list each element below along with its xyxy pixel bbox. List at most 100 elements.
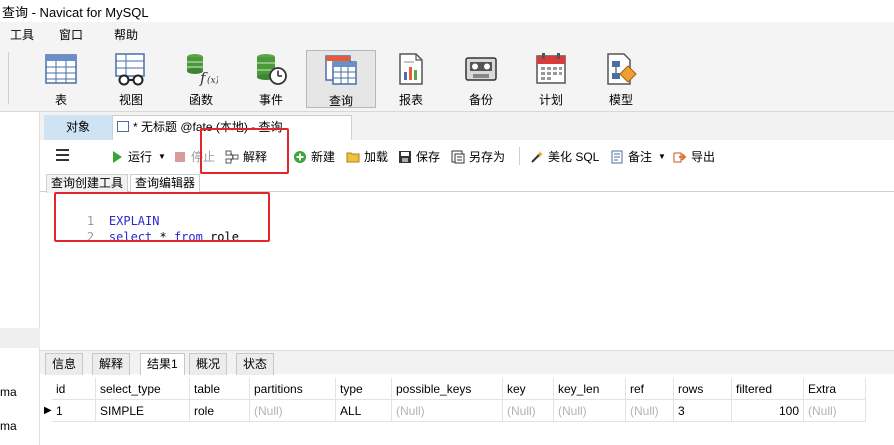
function-icon: f (x) xyxy=(184,52,220,87)
run-label: 运行 xyxy=(128,150,153,164)
toolbar-backup-label: 备份 xyxy=(468,93,493,107)
main-toolbar: 表 视图 f (x) 函数 事件 查询 报表 备份 计划 模型 xyxy=(0,46,894,112)
tab-result-1[interactable]: 结果1 xyxy=(140,353,185,375)
table-cell[interactable]: (Null) xyxy=(503,400,554,422)
query-toolbar: 运行 ▼ 停止 解释 新建 加载 保存 另存为 美化 SQL 备注 ▼ 导出 xyxy=(40,140,894,172)
new-button[interactable]: 新建 xyxy=(293,148,335,165)
toolbar-divider xyxy=(519,147,520,165)
save-as-button[interactable]: 另存为 xyxy=(451,148,505,165)
toolbar-event-button[interactable]: 事件 xyxy=(237,50,305,108)
tab-explain[interactable]: 解释 xyxy=(92,353,131,375)
toolbar-query-label: 查询 xyxy=(328,94,353,108)
run-dropdown-icon[interactable]: ▼ xyxy=(158,152,166,161)
column-header[interactable]: table xyxy=(190,378,250,400)
column-header[interactable]: select_type xyxy=(96,378,190,400)
menu-tools[interactable]: 工具 xyxy=(10,26,34,43)
menu-help[interactable]: 帮助 xyxy=(114,26,138,43)
nav-item[interactable]: ma xyxy=(0,385,17,399)
toolbar-divider xyxy=(8,52,9,104)
toolbar-function-label: 函数 xyxy=(188,93,213,107)
column-header[interactable]: key_len xyxy=(554,378,626,400)
result-tabs: 信息 解释 结果1 概况 状态 xyxy=(40,350,894,375)
navigation-pane[interactable]: ma ma xyxy=(0,112,40,445)
toolbar-query-button[interactable]: 查询 xyxy=(306,50,376,108)
run-button[interactable]: 运行 ▼ xyxy=(110,148,166,165)
table-cell[interactable]: (Null) xyxy=(250,400,336,422)
toolbar-report-button[interactable]: 报表 xyxy=(377,50,445,108)
tab-info[interactable]: 信息 xyxy=(45,353,84,375)
toolbar-report-label: 报表 xyxy=(398,93,423,107)
folder-icon xyxy=(346,150,360,164)
toolbar-model-button[interactable]: 模型 xyxy=(587,50,655,108)
export-icon xyxy=(673,150,687,164)
nav-item[interactable]: ma xyxy=(0,419,17,433)
new-icon xyxy=(293,150,307,164)
current-row-indicator: ▶ xyxy=(44,405,52,416)
toolbar-backup-button[interactable]: 备份 xyxy=(447,50,515,108)
new-label: 新建 xyxy=(311,150,336,164)
export-button[interactable]: 导出 xyxy=(673,148,715,165)
table-cell[interactable]: 1 xyxy=(52,400,96,422)
table-cell[interactable]: (Null) xyxy=(554,400,626,422)
menu-bar: 工具 窗口 帮助 xyxy=(0,22,894,46)
column-header[interactable]: rows xyxy=(674,378,732,400)
svg-text:(x): (x) xyxy=(207,75,218,86)
comment-icon xyxy=(610,150,624,164)
window-title: 查询 - Navicat for MySQL xyxy=(2,4,149,20)
column-header[interactable]: type xyxy=(336,378,392,400)
run-icon xyxy=(110,150,124,164)
menu-window[interactable]: 窗口 xyxy=(59,26,83,43)
stop-icon xyxy=(173,150,187,164)
comment-dropdown-icon[interactable]: ▼ xyxy=(658,152,666,161)
comment-button[interactable]: 备注 ▼ xyxy=(610,148,666,165)
nav-pane-scrollbar[interactable] xyxy=(0,328,40,348)
column-header[interactable]: possible_keys xyxy=(392,378,503,400)
save-as-icon xyxy=(451,150,465,164)
column-header[interactable]: Extra xyxy=(804,378,866,400)
query-mode-tabs: 查询创建工具 查询编辑器 xyxy=(40,172,894,193)
beautify-sql-button[interactable]: 美化 SQL xyxy=(530,148,599,165)
table-icon xyxy=(44,52,78,86)
tab-query-builder[interactable]: 查询创建工具 xyxy=(46,174,129,193)
save-label: 保存 xyxy=(416,150,441,164)
column-header[interactable]: partitions xyxy=(250,378,336,400)
explain-highlight-box xyxy=(200,128,289,174)
tab-status[interactable]: 状态 xyxy=(236,353,275,375)
result-grid[interactable]: id select_type table partitions type pos… xyxy=(44,378,866,424)
table-cell[interactable]: 3 xyxy=(674,400,732,422)
tab-profile[interactable]: 概况 xyxy=(189,353,228,375)
magic-wand-icon xyxy=(530,150,544,164)
event-icon xyxy=(254,52,288,86)
load-label: 加载 xyxy=(364,150,389,164)
beautify-sql-label: 美化 SQL xyxy=(548,150,600,164)
column-header[interactable]: ref xyxy=(626,378,674,400)
table-cell[interactable]: SIMPLE xyxy=(96,400,190,422)
hamburger-menu-icon[interactable] xyxy=(56,149,69,161)
backup-icon xyxy=(464,52,498,86)
export-label: 导出 xyxy=(691,150,716,164)
toolbar-view-button[interactable]: 视图 xyxy=(97,50,165,108)
table-cell[interactable]: (Null) xyxy=(804,400,866,422)
table-cell[interactable]: role xyxy=(190,400,250,422)
column-header[interactable]: id xyxy=(52,378,96,400)
query-icon xyxy=(324,53,358,87)
sql-highlight-box xyxy=(54,192,270,242)
toolbar-table-button[interactable]: 表 xyxy=(27,50,95,108)
tab-query-editor[interactable]: 查询编辑器 xyxy=(130,174,201,193)
toolbar-view-label: 视图 xyxy=(118,93,143,107)
table-cell[interactable]: ALL xyxy=(336,400,392,422)
table-cell[interactable]: (Null) xyxy=(392,400,503,422)
tab-objects[interactable]: 对象 xyxy=(44,115,112,140)
save-button[interactable]: 保存 xyxy=(398,148,440,165)
column-header[interactable]: filtered xyxy=(732,378,804,400)
title-bar: 查询 - Navicat for MySQL xyxy=(0,0,894,22)
column-header[interactable]: key xyxy=(503,378,554,400)
load-button[interactable]: 加载 xyxy=(346,148,388,165)
toolbar-schedule-button[interactable]: 计划 xyxy=(517,50,585,108)
schedule-icon xyxy=(534,52,568,86)
table-cell[interactable]: 100 xyxy=(732,400,804,422)
model-icon xyxy=(604,52,638,86)
table-cell[interactable]: (Null) xyxy=(626,400,674,422)
toolbar-function-button[interactable]: f (x) 函数 xyxy=(167,50,235,108)
query-tab-icon xyxy=(117,121,129,132)
